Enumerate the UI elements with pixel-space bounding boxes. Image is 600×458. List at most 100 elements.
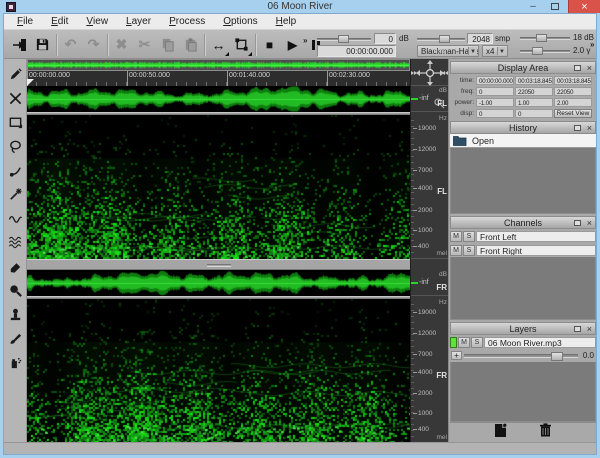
freq-ruler-fr[interactable]: Hz 19000 12000 7000 4000 2000 1000 400 F…: [411, 299, 449, 442]
menu-view[interactable]: View: [77, 14, 117, 30]
spectrogram-canvas-fl[interactable]: [27, 115, 410, 259]
value-cell[interactable]: 00:03:18.845: [554, 76, 592, 85]
value-cell[interactable]: 0: [476, 87, 514, 96]
menu-help[interactable]: Help: [267, 14, 306, 30]
move-tool-button[interactable]: ↔: [207, 33, 230, 57]
layers-panel-title[interactable]: Layers ×: [450, 322, 596, 335]
value-cell[interactable]: 00:03:18.845: [515, 76, 553, 85]
solo-button[interactable]: S: [463, 245, 475, 256]
toolbar-chevron-right[interactable]: »: [590, 40, 594, 49]
value-cell[interactable]: 22050: [515, 87, 553, 96]
channels-panel-title[interactable]: Channels ×: [450, 216, 596, 229]
menu-file[interactable]: File: [8, 14, 42, 30]
new-layer-button[interactable]: [494, 423, 507, 443]
waveform-front-right[interactable]: [27, 270, 410, 296]
value-cell[interactable]: 22050: [554, 87, 592, 96]
oversample-select[interactable]: x4▼: [482, 45, 508, 57]
delete-layer-button[interactable]: [539, 423, 552, 442]
copy-button[interactable]: [156, 33, 179, 57]
history-panel-title[interactable]: History ×: [450, 121, 596, 134]
layer-volume-slider[interactable]: [464, 354, 578, 358]
value-ruler-column[interactable]: dB -inf FL Hz 19000 12000 7000 4000 2000…: [410, 59, 448, 442]
cut-button[interactable]: ✂: [133, 33, 156, 57]
brush-select-tool[interactable]: [5, 159, 26, 182]
spray-tool[interactable]: [5, 351, 26, 374]
fft-size-field[interactable]: 2048: [467, 33, 493, 44]
time-ruler[interactable]: 00:00:00.000 00:00:50.000 00:01:40.000 0…: [27, 71, 410, 86]
menu-options[interactable]: Options: [214, 14, 266, 30]
close-button[interactable]: ×: [568, 0, 600, 13]
magic-wand-tool[interactable]: [5, 183, 26, 206]
waveform-canvas-fl[interactable]: [27, 86, 410, 112]
toolbar-chevron-left[interactable]: »: [303, 36, 307, 45]
layer-color-swatch[interactable]: [450, 337, 457, 348]
solo-button[interactable]: S: [463, 231, 475, 242]
close-panel-icon[interactable]: ×: [587, 217, 592, 229]
brush-tool[interactable]: [5, 327, 26, 350]
pan-control[interactable]: [411, 59, 449, 86]
clone-stamp-tool[interactable]: [5, 303, 26, 326]
mute-button[interactable]: M: [450, 231, 462, 242]
waveform-canvas-fr[interactable]: [27, 270, 410, 296]
close-panel-icon[interactable]: ×: [587, 323, 592, 335]
undo-button[interactable]: ↶: [59, 33, 82, 57]
close-panel-icon[interactable]: ×: [587, 122, 592, 134]
value-cell[interactable]: 1.00: [515, 98, 553, 107]
title-bar[interactable]: 06 Moon River – ×: [0, 0, 600, 14]
reset-view-button[interactable]: Reset View: [554, 109, 592, 118]
spectrogram-canvas-fr[interactable]: [27, 299, 410, 442]
menu-process[interactable]: Process: [160, 14, 214, 30]
float-panel-icon[interactable]: [574, 65, 581, 71]
paste-button[interactable]: [179, 33, 202, 57]
float-panel-icon[interactable]: [574, 125, 581, 131]
spectrogram-front-left[interactable]: [27, 115, 410, 259]
channel-splitter[interactable]: [27, 259, 410, 270]
redo-button[interactable]: ↷: [82, 33, 105, 57]
minimize-button[interactable]: –: [522, 0, 544, 13]
delete-button[interactable]: ✖: [110, 33, 133, 57]
freq-ruler-fl[interactable]: Hz 19000 12000 7000 4000 2000 1000 400 F…: [411, 115, 449, 259]
frequency-select-tool[interactable]: [5, 207, 26, 230]
time-field[interactable]: 00:00:00.000: [317, 45, 396, 57]
overview-bar[interactable]: [27, 59, 410, 71]
transform-tool-button[interactable]: [230, 33, 253, 57]
display-area-panel-title[interactable]: Display Area ×: [450, 61, 596, 74]
mute-button[interactable]: M: [450, 245, 462, 256]
close-panel-icon[interactable]: ×: [587, 62, 592, 74]
channel-name[interactable]: Front Right: [476, 245, 596, 256]
waveform-front-left[interactable]: [27, 86, 410, 112]
maximize-button[interactable]: [544, 0, 566, 13]
save-button[interactable]: [31, 33, 54, 57]
menu-edit[interactable]: Edit: [42, 14, 77, 30]
lasso-select-tool[interactable]: [5, 135, 26, 158]
window-function-select[interactable]: Blackman-Harris▼: [417, 45, 479, 57]
harmonics-select-tool[interactable]: [5, 231, 26, 254]
fft-size-slider[interactable]: [417, 35, 465, 43]
gamma-slider[interactable]: [520, 47, 570, 55]
float-panel-icon[interactable]: [574, 220, 581, 226]
value-cell[interactable]: 0: [476, 109, 514, 118]
playhead-marker[interactable]: [27, 79, 34, 86]
layer-name[interactable]: 06 Moon River.mp3: [484, 337, 596, 348]
solo-button[interactable]: S: [471, 337, 483, 348]
spectrogram-front-right[interactable]: [27, 299, 410, 442]
layer-row[interactable]: M S 06 Moon River.mp3: [450, 336, 596, 349]
expand-layer-button[interactable]: +: [451, 351, 462, 360]
gain-field[interactable]: 0: [374, 33, 396, 44]
value-cell[interactable]: 00:00:00.000: [476, 76, 514, 85]
float-panel-icon[interactable]: [574, 326, 581, 332]
menu-layer[interactable]: Layer: [117, 14, 160, 30]
channel-name[interactable]: Front Left: [476, 231, 596, 242]
brightness-slider[interactable]: [520, 34, 570, 42]
mute-button[interactable]: M: [458, 337, 470, 348]
value-cell[interactable]: 0: [515, 109, 553, 118]
rectangle-select-tool[interactable]: [5, 111, 26, 134]
history-item-open[interactable]: Open: [450, 134, 596, 148]
gain-slider[interactable]: [317, 35, 371, 43]
value-cell[interactable]: -1.00: [476, 98, 514, 107]
play-button[interactable]: ▶: [281, 33, 304, 57]
amplify-tool[interactable]: [5, 279, 26, 302]
modify-tool[interactable]: [5, 87, 26, 110]
pencil-tool[interactable]: [5, 63, 26, 86]
overview-waveform[interactable]: [28, 60, 409, 70]
